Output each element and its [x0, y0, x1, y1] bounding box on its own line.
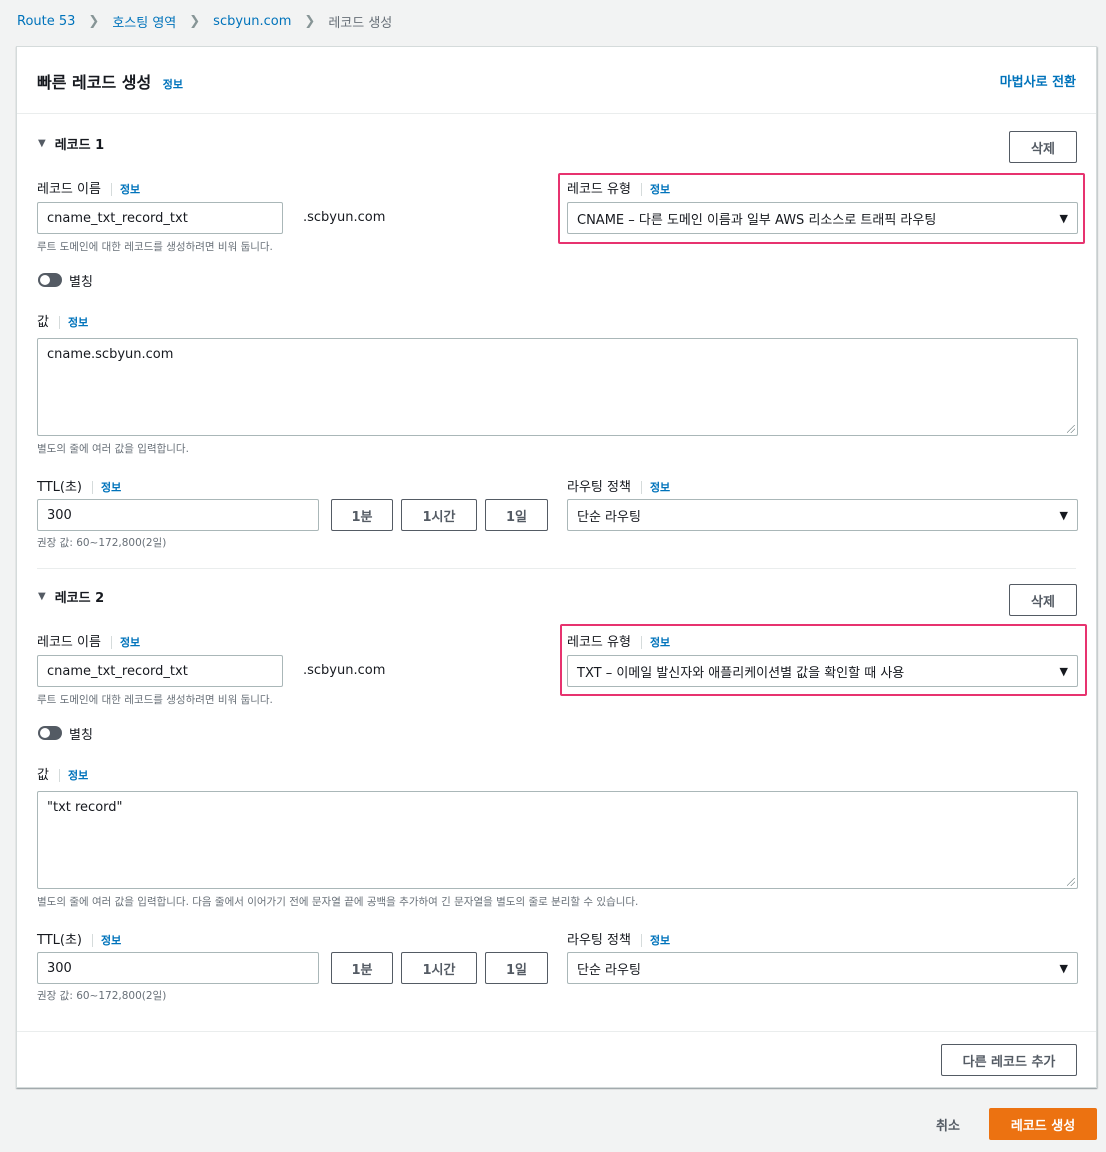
breadcrumb-route53[interactable]: Route 53	[17, 14, 75, 29]
info-link[interactable]: 정보	[58, 316, 89, 329]
record-2-routing-label: 라우팅 정책 정보	[567, 929, 671, 948]
caret-down-icon: ▼	[38, 138, 46, 149]
record-1-name-label: 레코드 이름 정보	[37, 178, 141, 197]
record-1-ttl-label-text: TTL(초)	[37, 480, 82, 495]
chevron-right-icon: ❯	[304, 14, 316, 29]
record-1-ttl-1day-button[interactable]: 1일	[485, 499, 548, 531]
record-2-routing-label-text: 라우팅 정책	[567, 933, 631, 948]
record-1-alias-toggle[interactable]	[38, 273, 62, 287]
record-1-name-label-text: 레코드 이름	[37, 182, 101, 197]
record-1-routing-label: 라우팅 정책 정보	[567, 476, 671, 495]
page-title-text: 빠른 레코드 생성	[37, 73, 152, 92]
record-1-routing-select[interactable]: 단순 라우팅 ▼	[567, 499, 1078, 531]
record-1-value-text: cname.scbyun.com	[47, 347, 174, 362]
breadcrumb-current: 레코드 생성	[328, 16, 393, 31]
record-1-routing-label-text: 라우팅 정책	[567, 480, 631, 495]
breadcrumb: Route 53 ❯ 호스팅 영역 ❯ scbyun.com ❯ 레코드 생성	[17, 12, 392, 31]
record-1-ttl-1min-button[interactable]: 1분	[331, 499, 393, 531]
record-2-ttl-label-text: TTL(초)	[37, 933, 82, 948]
add-record-button[interactable]: 다른 레코드 추가	[941, 1044, 1077, 1076]
switch-to-wizard-link[interactable]: 마법사로 전환	[1000, 71, 1076, 90]
info-link[interactable]: 정보	[92, 934, 122, 947]
record-1-value-hint: 별도의 줄에 여러 값을 입력합니다.	[37, 443, 189, 455]
record-2-name-label-text: 레코드 이름	[37, 635, 101, 650]
chevron-right-icon: ❯	[189, 14, 201, 29]
record-2-value-label-text: 값	[37, 768, 49, 783]
record-1-header: 레코드 1	[54, 138, 105, 153]
record-divider	[37, 568, 1076, 569]
info-link[interactable]: 정보	[110, 636, 141, 649]
record-2-routing-select[interactable]: 단순 라우팅 ▼	[567, 952, 1078, 984]
record-2-ttl-1min-button[interactable]: 1분	[331, 952, 393, 984]
record-2-name-input[interactable]: cname_txt_record_txt	[37, 655, 283, 687]
record-1-name-hint: 루트 도메인에 대한 레코드를 생성하려면 비워 둡니다.	[37, 241, 273, 253]
delete-record-1-button[interactable]: 삭제	[1009, 131, 1077, 163]
chevron-right-icon: ❯	[88, 14, 100, 29]
record-2-routing-value: 단순 라우팅	[577, 962, 641, 978]
record-2-ttl-hint: 권장 값: 60~172,800(2일)	[37, 990, 167, 1002]
breadcrumb-zone[interactable]: scbyun.com	[213, 14, 291, 29]
record-1-value-label: 값 정보	[37, 311, 89, 330]
record-1-name-input[interactable]: cname_txt_record_txt	[37, 202, 283, 234]
page-title: 빠른 레코드 생성 정보	[37, 69, 183, 93]
resize-grip-icon[interactable]	[1067, 425, 1075, 433]
record-1-value-textarea[interactable]: cname.scbyun.com	[37, 338, 1078, 436]
dropdown-arrow-icon: ▼	[1059, 508, 1068, 522]
info-link[interactable]: 정보	[640, 934, 671, 947]
record-1-value-label-text: 값	[37, 315, 49, 330]
record-2-name-label: 레코드 이름 정보	[37, 631, 141, 650]
record-1-domain-suffix: .scbyun.com	[303, 210, 386, 225]
caret-down-icon: ▼	[38, 591, 46, 602]
panel-footer-divider	[17, 1031, 1096, 1032]
record-2-value-text: "txt record"	[47, 800, 123, 815]
info-link[interactable]: 정보	[640, 481, 671, 494]
quick-create-panel: 빠른 레코드 생성 정보 마법사로 전환 ▼ 레코드 1 삭제 레코드 이름 정보…	[16, 46, 1097, 1088]
record-1-toggle[interactable]: ▼ 레코드 1	[38, 134, 104, 153]
record-1-routing-value: 단순 라우팅	[577, 509, 641, 525]
delete-record-2-button[interactable]: 삭제	[1009, 584, 1077, 616]
record-2-ttl-1hour-button[interactable]: 1시간	[401, 952, 477, 984]
record-2-alias-toggle[interactable]	[38, 726, 62, 740]
breadcrumb-hosted-zones[interactable]: 호스팅 영역	[112, 12, 176, 31]
record-2-type-highlight	[560, 624, 1087, 696]
record-2-alias-label: 별칭	[69, 728, 93, 743]
info-link[interactable]: 정보	[110, 183, 141, 196]
info-link[interactable]: 정보	[58, 769, 89, 782]
resize-grip-icon[interactable]	[1067, 878, 1075, 886]
record-2-value-label: 값 정보	[37, 764, 89, 783]
record-2-ttl-label: TTL(초) 정보	[37, 929, 122, 948]
panel-header: 빠른 레코드 생성 정보 마법사로 전환	[17, 47, 1096, 114]
record-2-ttl-input[interactable]: 300	[37, 952, 319, 984]
info-link[interactable]: 정보	[92, 481, 122, 494]
record-1-ttl-input[interactable]: 300	[37, 499, 319, 531]
record-1-ttl-hint: 권장 값: 60~172,800(2일)	[37, 537, 167, 549]
record-1-ttl-1hour-button[interactable]: 1시간	[401, 499, 477, 531]
record-2-value-hint: 별도의 줄에 여러 값을 입력합니다. 다음 줄에서 이어가기 전에 문자열 끝…	[37, 896, 639, 908]
create-records-button[interactable]: 레코드 생성	[989, 1108, 1097, 1140]
info-link[interactable]: 정보	[163, 78, 183, 91]
record-2-name-hint: 루트 도메인에 대한 레코드를 생성하려면 비워 둡니다.	[37, 694, 273, 706]
record-1-alias-label: 별칭	[69, 275, 93, 290]
record-2-domain-suffix: .scbyun.com	[303, 663, 386, 678]
record-2-toggle[interactable]: ▼ 레코드 2	[38, 587, 104, 606]
record-2-ttl-1day-button[interactable]: 1일	[485, 952, 548, 984]
record-1-type-highlight	[558, 173, 1085, 244]
record-2-value-textarea[interactable]: "txt record"	[37, 791, 1078, 889]
dropdown-arrow-icon: ▼	[1059, 961, 1068, 975]
record-2-header: 레코드 2	[54, 591, 105, 606]
cancel-button[interactable]: 취소	[936, 1115, 960, 1134]
record-1-ttl-label: TTL(초) 정보	[37, 476, 122, 495]
